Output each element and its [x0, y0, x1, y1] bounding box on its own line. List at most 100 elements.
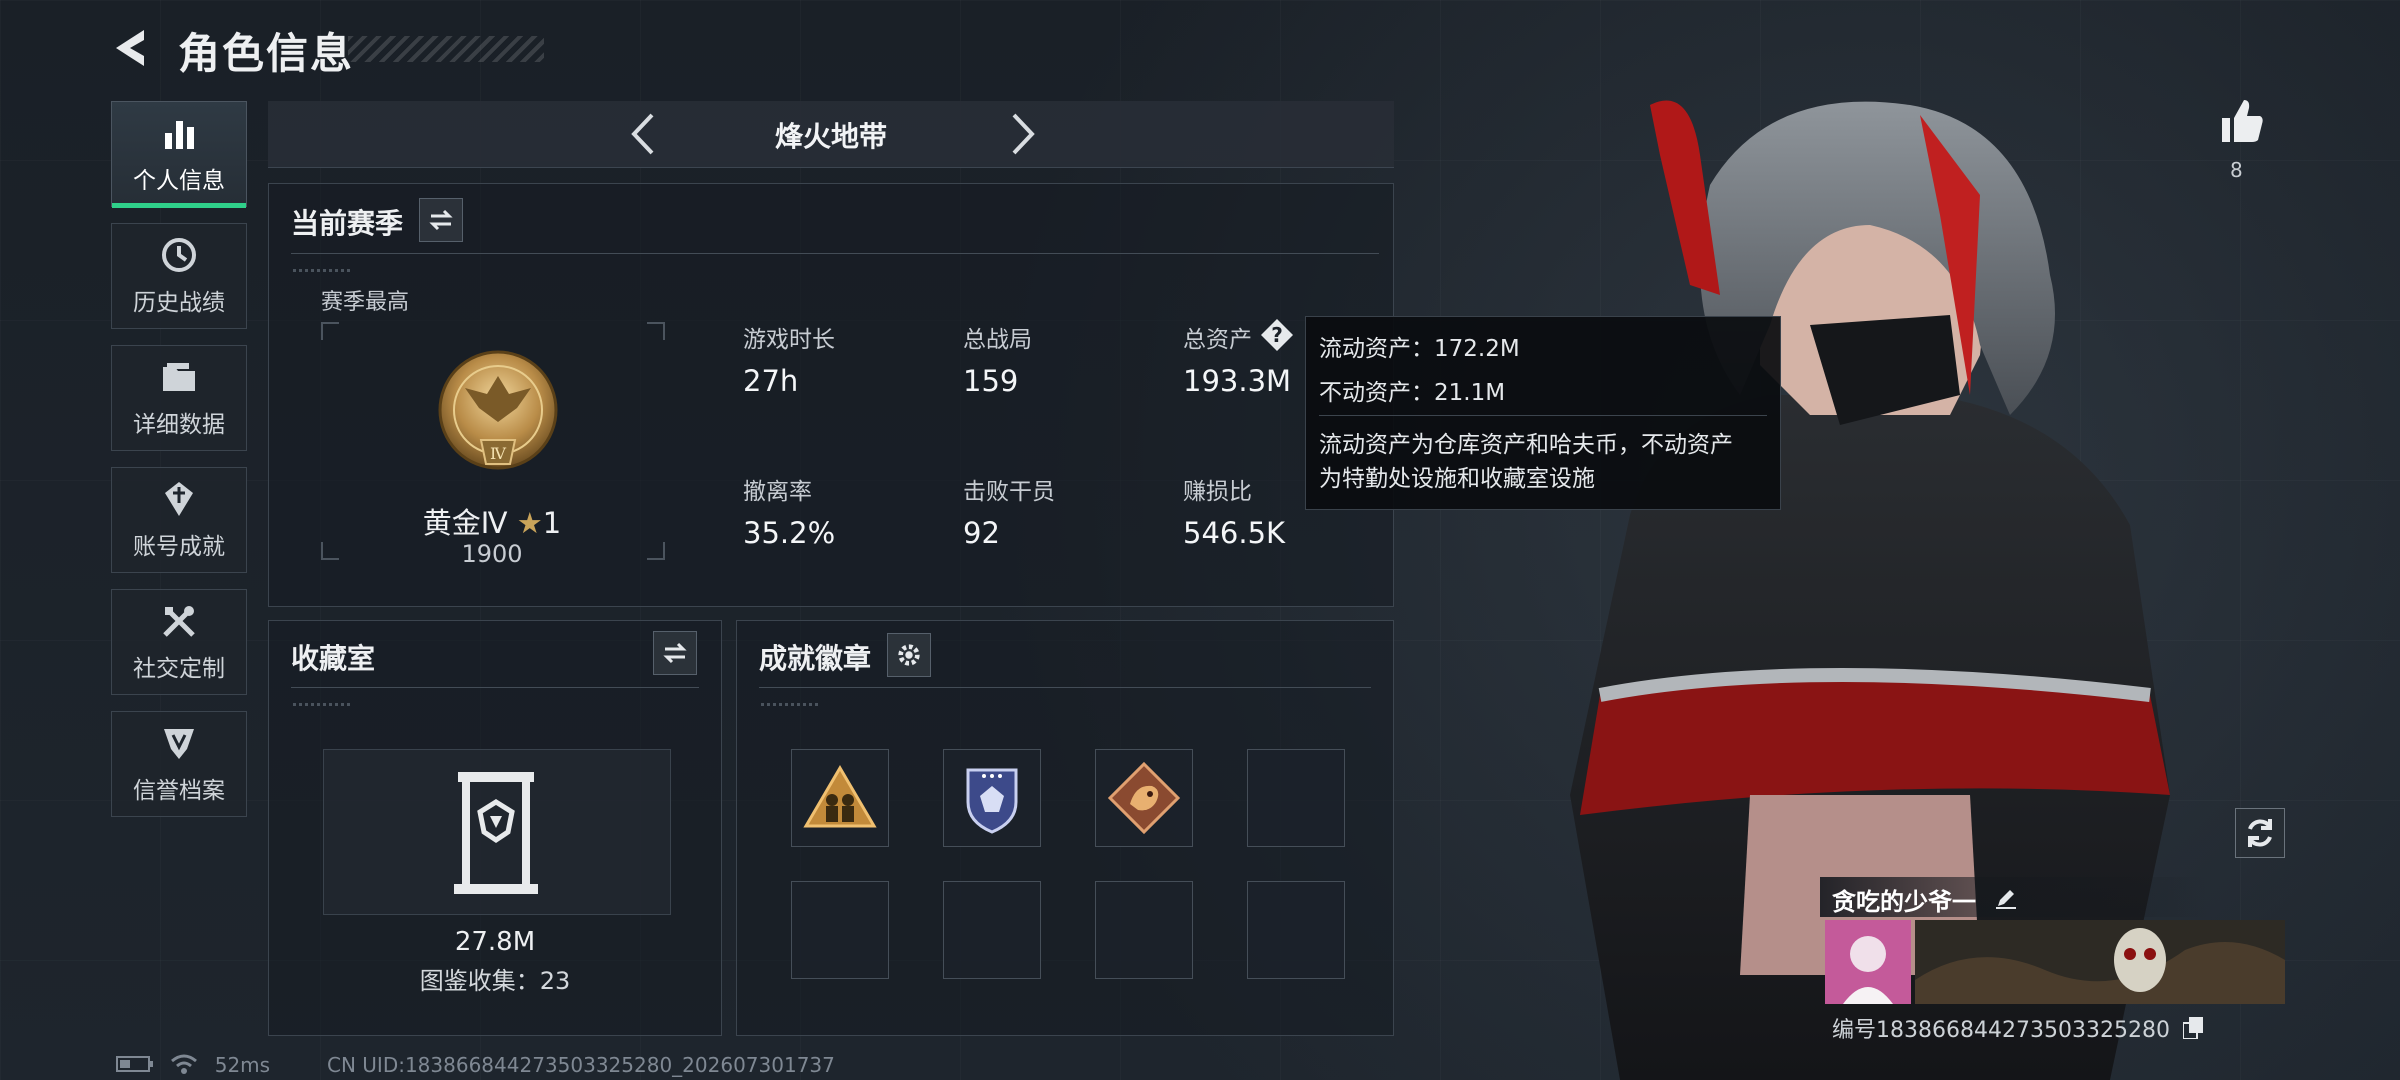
sidebar-item-detailed-data[interactable]: 详细数据	[111, 345, 247, 451]
next-mode-arrow-icon[interactable]	[996, 109, 1046, 159]
collection-display-case[interactable]	[323, 749, 671, 915]
badge-slot-empty[interactable]	[791, 881, 889, 979]
svg-text:?: ?	[1271, 323, 1283, 347]
sidebar-item-label: 信誉档案	[133, 778, 225, 804]
stat-operators-defeated: 击败干员 92	[963, 472, 1055, 550]
swap-icon	[429, 209, 453, 231]
collection-panel: 收藏室 27.8M 图鉴收集：23	[268, 620, 722, 1036]
rank-name: 黄金Ⅳ ★1	[321, 500, 663, 542]
bar-chart-icon	[165, 121, 194, 149]
assets-description-1: 流动资产为仓库资产和哈夫币，不动资产	[1319, 432, 1733, 458]
triangle-soldiers-badge-icon	[803, 765, 877, 828]
collection-switch-button[interactable]	[653, 631, 697, 675]
copy-icon[interactable]	[2181, 1017, 2203, 1045]
badge-slot-empty[interactable]	[1247, 749, 1345, 847]
swap-icon	[663, 642, 687, 664]
liquid-assets: 流动资产：172.2M	[1319, 336, 1520, 362]
stat-label: 总战局	[963, 327, 1032, 353]
edit-icon[interactable]	[1994, 886, 2018, 916]
rank-emblem-icon: Ⅳ	[438, 350, 558, 470]
back-button[interactable]	[110, 26, 154, 70]
dragon-diamond-badge-icon	[1107, 761, 1181, 835]
assets-tooltip: 流动资产：172.2M 不动资产：21.1M 流动资产为仓库资产和哈夫币，不动资…	[1305, 316, 1781, 510]
badge-slot[interactable]	[1095, 749, 1193, 847]
season-title: 当前赛季	[291, 207, 404, 240]
stat-value: 159	[963, 364, 1019, 398]
collection-title: 收藏室	[291, 642, 376, 675]
divider	[291, 253, 1379, 254]
achievement-icon	[165, 482, 193, 516]
stat-label: 赚损比	[1183, 479, 1252, 505]
badge-slot-empty[interactable]	[943, 881, 1041, 979]
fixed-assets: 不动资产：21.1M	[1319, 380, 1506, 406]
badge-slot[interactable]	[943, 749, 1041, 847]
stat-value: 193.3M	[1183, 364, 1292, 398]
player-name: 贪吃的少爷一	[1832, 882, 2018, 917]
star-icon: ★	[516, 506, 543, 540]
sidebar-item-reputation[interactable]: 信誉档案	[111, 711, 247, 817]
folder-icon	[163, 363, 195, 391]
battery-icon	[116, 1054, 156, 1079]
stat-play-time: 游戏时长 27h	[743, 320, 835, 398]
stat-value: 27h	[743, 364, 799, 398]
stat-label: 击败干员	[963, 479, 1055, 505]
sidebar-item-achievements[interactable]: 账号成就	[111, 467, 247, 573]
like-icon[interactable]	[2216, 96, 2266, 146]
decoration-dots	[293, 269, 353, 272]
badges-settings-button[interactable]	[887, 633, 931, 677]
badge-slot-empty[interactable]	[1095, 881, 1193, 979]
sidebar-item-label: 历史战绩	[133, 290, 225, 316]
rotate-icon	[2248, 819, 2272, 847]
display-case-icon	[454, 772, 538, 894]
rank-stars: 1	[542, 506, 562, 540]
rank-score: 1900	[461, 540, 523, 568]
gear-icon	[898, 644, 920, 666]
mode-selector: 烽火地带	[268, 101, 1394, 168]
tools-icon	[163, 606, 195, 637]
stat-total-matches: 总战局 159	[963, 320, 1032, 398]
player-id-text: 编号1838668442735033252​80	[1832, 1018, 2170, 1043]
sidebar-item-label: 账号成就	[133, 534, 225, 560]
player-banner[interactable]	[1825, 920, 2285, 1004]
shield-gem-badge-icon	[966, 768, 1018, 834]
rank-label: 黄金Ⅳ	[422, 506, 508, 540]
sidebar-item-label: 详细数据	[133, 412, 225, 438]
rank-badge-numeral: Ⅳ	[490, 444, 507, 463]
badge-slot[interactable]	[791, 749, 889, 847]
badges-title: 成就徽章	[759, 642, 872, 675]
help-icon[interactable]: ?	[1259, 317, 1295, 353]
shield-icon	[164, 729, 194, 759]
status-bar: 52ms	[116, 1053, 270, 1080]
sidebar-item-social-custom[interactable]: 社交定制	[111, 589, 247, 695]
badge-slot-empty[interactable]	[1247, 881, 1345, 979]
decoration-dots	[761, 703, 821, 706]
badges-panel: 成就徽章	[736, 620, 1394, 1036]
rotate-model-button[interactable]	[2235, 808, 2285, 858]
sidebar-item-label: 社交定制	[133, 656, 225, 682]
latency: 52ms	[214, 1053, 271, 1077]
assets-description-2: 为特勤处设施和收藏室设施	[1319, 466, 1595, 492]
title-decoration	[348, 36, 544, 62]
frame-corner	[647, 322, 665, 340]
sidebar-item-personal-info[interactable]: 个人信息	[111, 101, 247, 208]
stat-label: 撤离率	[743, 479, 812, 505]
catalog-count: 图鉴收集：23	[419, 967, 571, 995]
divider	[759, 687, 1371, 688]
wifi-icon	[170, 1053, 198, 1080]
like-count: 8	[2230, 158, 2243, 182]
sidebar-item-history[interactable]: 历史战绩	[111, 223, 247, 329]
divider	[1319, 415, 1767, 416]
player-id: 编号1838668442735033252​80	[1832, 1012, 2203, 1045]
player-name-text: 贪吃的少爷一	[1832, 888, 1976, 916]
divider	[291, 687, 699, 688]
mode-name: 烽火地带	[774, 120, 887, 153]
frame-corner	[321, 322, 339, 340]
sidebar-item-label: 个人信息	[133, 168, 225, 194]
stat-value: 546.5K	[1183, 516, 1286, 550]
decoration-dots	[293, 703, 353, 706]
stat-extraction-rate: 撤离率 35.2%	[743, 472, 835, 550]
stat-label: 游戏时长	[743, 327, 835, 353]
season-switch-button[interactable]	[419, 198, 463, 242]
season-panel: 当前赛季 赛季最高 Ⅳ 黄金Ⅳ ★1 1900 游戏时长 27h 总战局 159…	[268, 183, 1394, 607]
back-arrow-icon	[116, 30, 144, 66]
